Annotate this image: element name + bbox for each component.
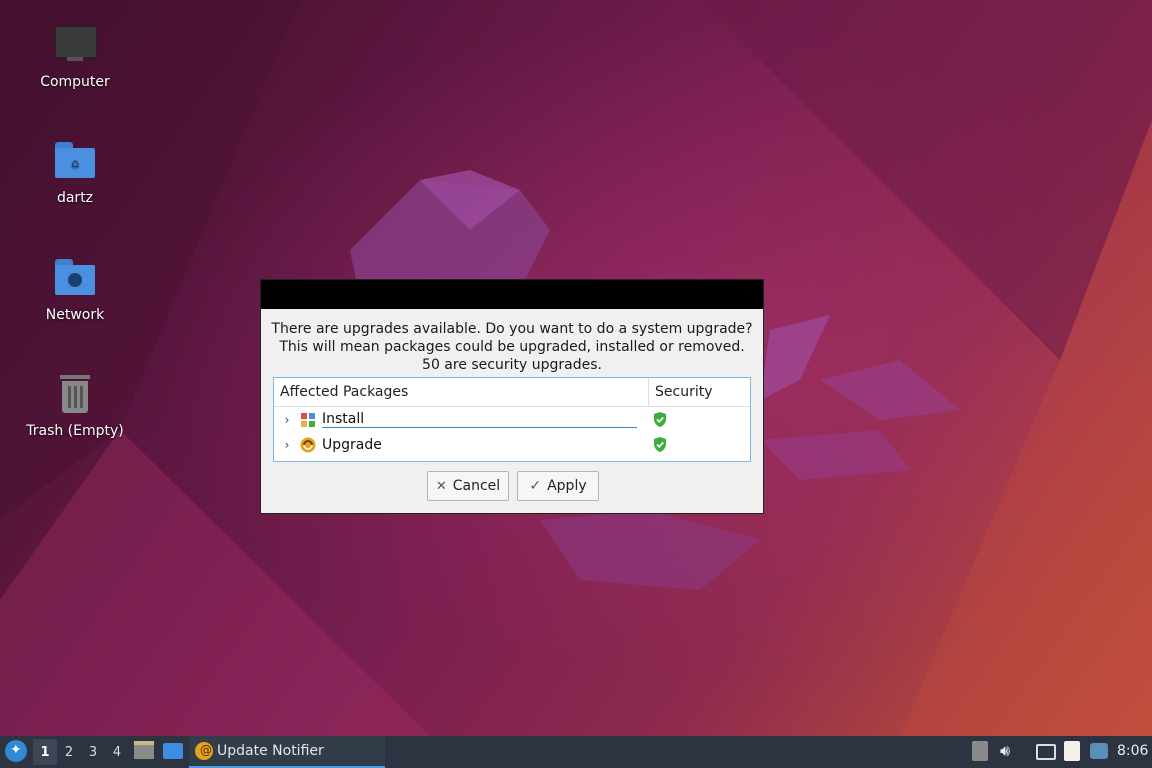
desktop-icon-network[interactable]: Network xyxy=(15,257,135,323)
message-line: 50 are security upgrades. xyxy=(422,357,602,373)
desktop-icon-trash[interactable]: Trash (Empty) xyxy=(15,373,135,439)
start-menu-button[interactable]: ✦ xyxy=(5,740,27,762)
affected-packages-tree[interactable]: Affected Packages Security › Install › U… xyxy=(273,377,751,462)
workspace-switcher: 1 2 3 4 xyxy=(33,739,129,765)
computer-icon xyxy=(53,24,97,68)
desktop-icon-label: Computer xyxy=(40,74,110,90)
volume-icon[interactable]: 🔊︎ xyxy=(1000,741,1010,761)
tree-row-label: Upgrade xyxy=(322,436,382,453)
install-icon xyxy=(300,412,316,428)
shield-check-icon xyxy=(652,436,668,457)
network-folder-icon xyxy=(53,257,97,301)
shield-check-icon xyxy=(652,411,668,432)
clipboard-icon[interactable] xyxy=(1064,741,1080,761)
workspace-4[interactable]: 4 xyxy=(105,739,129,765)
desktop-icon xyxy=(163,743,183,759)
clock[interactable]: 8:06 xyxy=(1117,743,1148,759)
tree-header: Affected Packages Security xyxy=(274,378,750,407)
file-manager-launcher[interactable] xyxy=(134,741,154,761)
taskbar-item-update-notifier[interactable]: @ Update Notifier xyxy=(189,736,385,768)
tree-row-install[interactable]: › Install xyxy=(274,407,750,432)
notification-icon[interactable] xyxy=(1090,743,1108,759)
desktop-icon-label: Network xyxy=(45,307,105,323)
column-affected-packages[interactable]: Affected Packages xyxy=(274,378,649,406)
network-icon[interactable] xyxy=(1036,744,1056,760)
chevron-right-icon[interactable]: › xyxy=(278,438,296,452)
tree-row-upgrade[interactable]: › Upgrade xyxy=(274,432,750,457)
message-line: There are upgrades available. Do you wan… xyxy=(271,321,753,337)
upgrade-dialog: There are upgrades available. Do you wan… xyxy=(260,279,764,514)
update-notifier-icon: @ xyxy=(195,742,213,760)
show-desktop-button[interactable] xyxy=(163,743,183,759)
eject-icon[interactable] xyxy=(972,741,988,761)
tree-row-label: Install xyxy=(322,411,637,428)
taskbar: ✦ 1 2 3 4 @ Update Notifier 🔊︎ 8:06 xyxy=(0,736,1152,768)
task-label: Update Notifier xyxy=(217,743,324,759)
close-icon: ✕ xyxy=(435,478,447,494)
dialog-message: There are upgrades available. Do you wan… xyxy=(261,320,763,374)
home-folder-icon: ⌂ xyxy=(53,140,97,184)
cancel-button[interactable]: ✕ Cancel xyxy=(427,471,509,501)
trash-icon xyxy=(53,373,97,417)
dialog-titlebar[interactable] xyxy=(261,280,763,309)
workspace-2[interactable]: 2 xyxy=(57,739,81,765)
desktop-icon-label: dartz xyxy=(56,190,94,206)
upgrade-icon xyxy=(300,437,316,453)
message-line: This will mean packages could be upgrade… xyxy=(279,339,745,355)
cancel-label: Cancel xyxy=(452,478,501,494)
desktop-icon-computer[interactable]: Computer xyxy=(15,24,135,90)
column-security[interactable]: Security xyxy=(649,378,750,406)
file-manager-icon xyxy=(134,741,154,759)
bird-icon: ✦ xyxy=(10,742,22,758)
workspace-1[interactable]: 1 xyxy=(33,739,57,765)
apply-button[interactable]: ✓ Apply xyxy=(517,471,599,501)
checkmark-icon: ✓ xyxy=(529,478,542,494)
desktop-icon-label: Trash (Empty) xyxy=(26,423,124,439)
desktop-icon-home-folder[interactable]: ⌂ dartz xyxy=(15,140,135,206)
apply-label: Apply xyxy=(547,478,587,494)
workspace-3[interactable]: 3 xyxy=(81,739,105,765)
chevron-right-icon[interactable]: › xyxy=(278,413,296,427)
